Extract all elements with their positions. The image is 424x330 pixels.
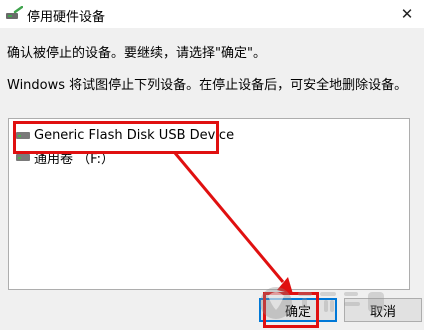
drive-icon — [16, 154, 30, 161]
cancel-button[interactable]: 取消 — [344, 298, 422, 322]
device-label: 通用卷 （F:） — [34, 151, 114, 167]
title-bar: 停用硬件设备 ✕ — [0, 0, 424, 28]
window-title: 停用硬件设备 — [27, 10, 106, 25]
drive-icon — [16, 132, 30, 139]
info-text: Windows 将试图停止下列设备。在停止设备后，可安全地删除设备。 — [7, 78, 408, 93]
list-item[interactable]: 通用卷 （F:） — [15, 147, 114, 167]
close-icon[interactable]: ✕ — [390, 0, 424, 28]
device-list[interactable]: Generic Flash Disk USB Device 通用卷 （F:） — [8, 118, 410, 290]
safely-remove-hardware-icon — [6, 6, 23, 19]
list-item[interactable]: Generic Flash Disk USB Device — [15, 125, 234, 145]
stop-button[interactable]: 确定 — [259, 298, 337, 322]
device-label: Generic Flash Disk USB Device — [34, 127, 235, 143]
confirm-text: 确认被停止的设备。要继续，请选择"确定"。 — [7, 46, 266, 61]
